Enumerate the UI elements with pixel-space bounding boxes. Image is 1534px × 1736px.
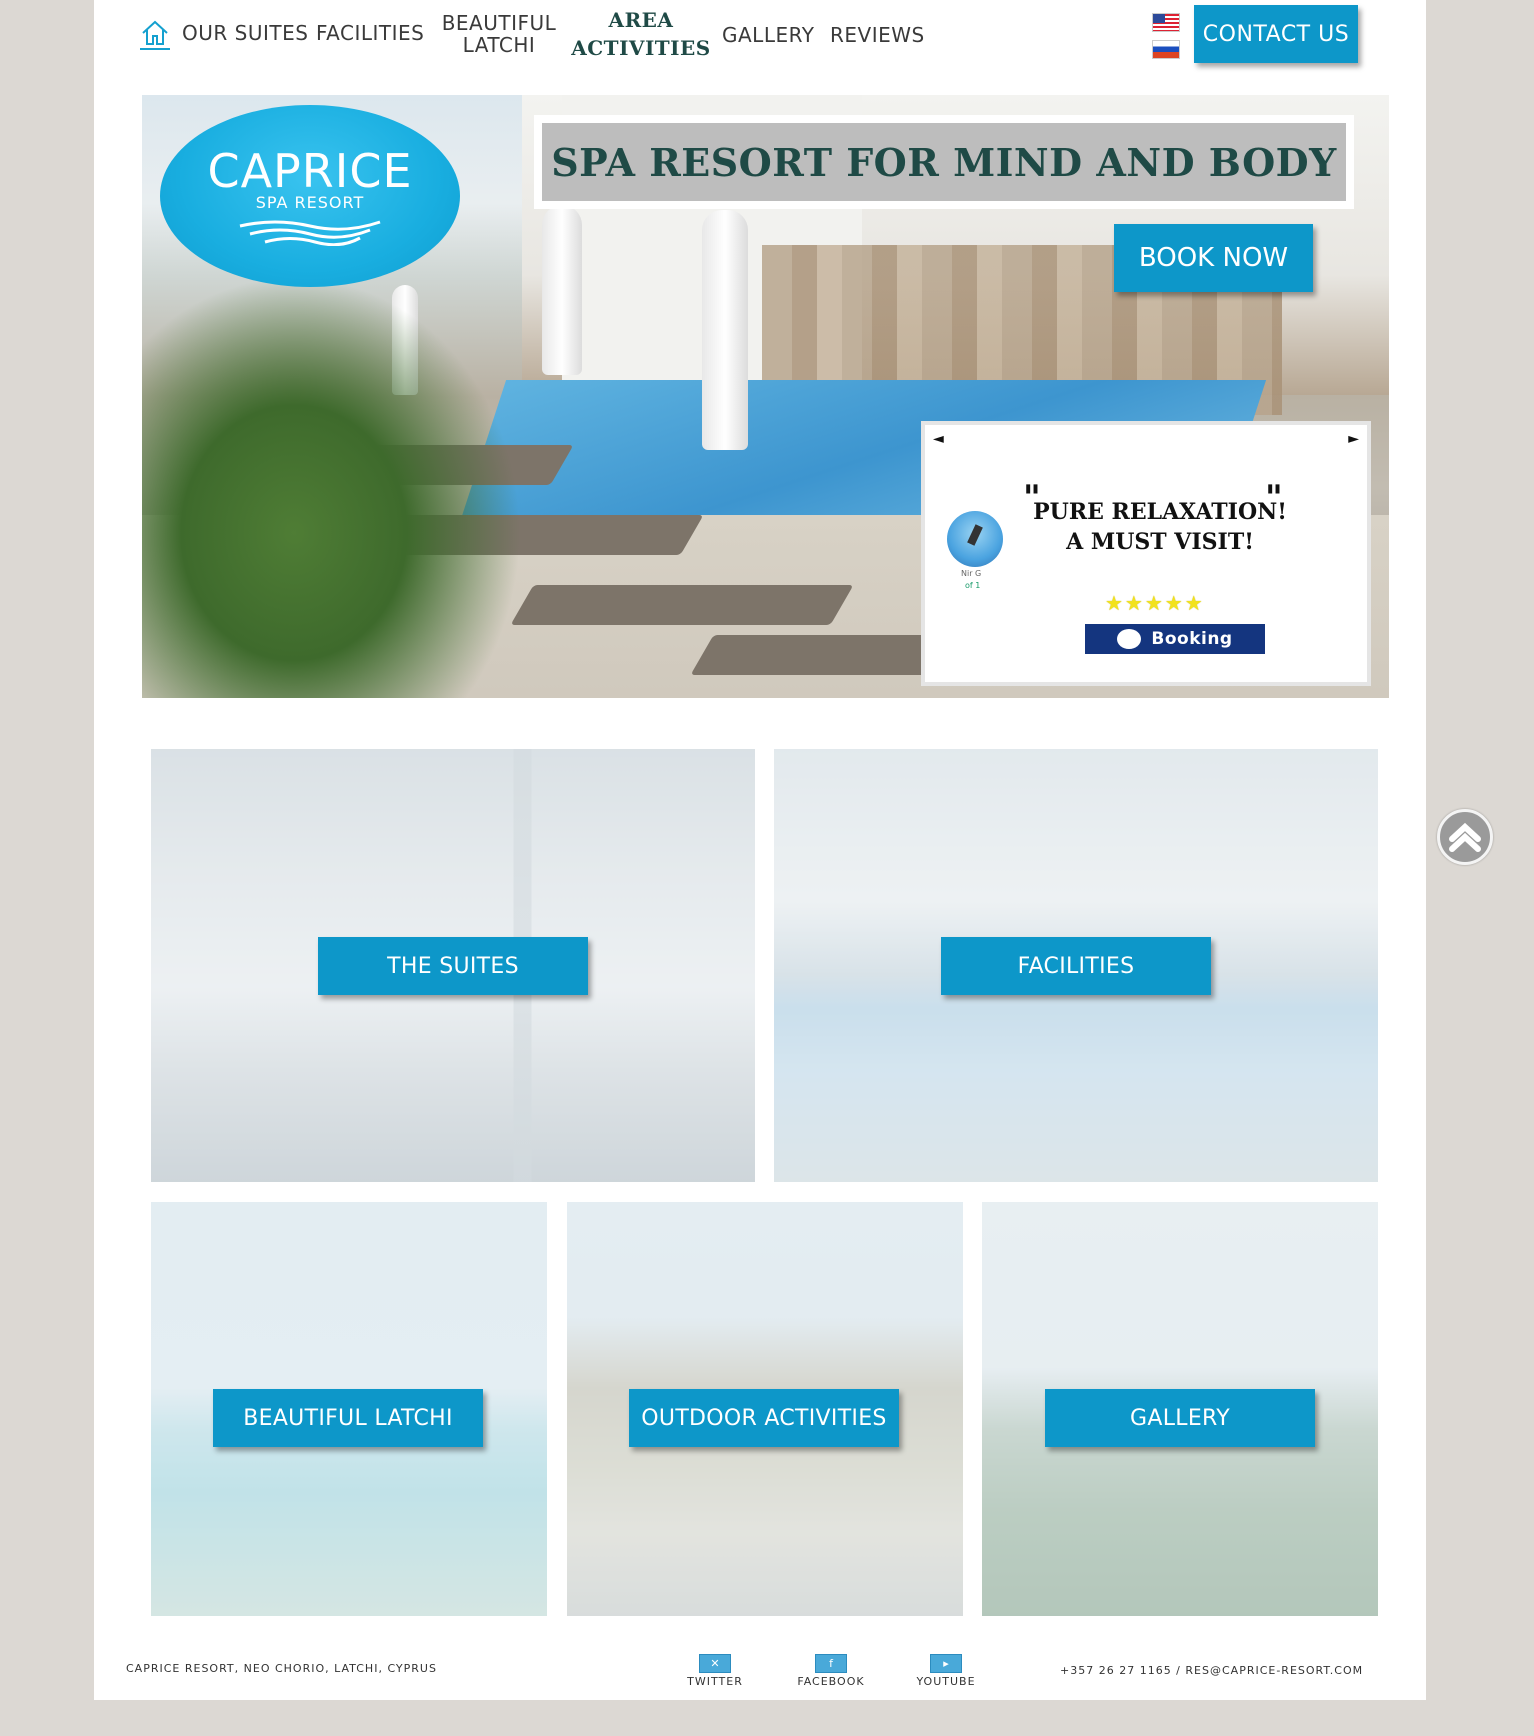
- tile-latchi[interactable]: BEAUTIFUL LATCHI: [151, 1202, 547, 1616]
- twitter-icon: ✕: [699, 1654, 731, 1673]
- hero-lounger: [510, 585, 854, 625]
- footer-contact: +357 26 27 1165 / RES@CAPRICE-RESORT.COM: [1060, 1664, 1363, 1677]
- youtube-label: YOUTUBE: [916, 1675, 976, 1688]
- reviewer-avatar: [947, 511, 1003, 567]
- tile-outdoor[interactable]: OUTDOOR ACTIVITIES: [567, 1202, 963, 1616]
- footer: CAPRICE RESORT, NEO CHORIO, LATCHI, CYPR…: [94, 1648, 1426, 1700]
- reviewer-count: of 1: [965, 581, 981, 590]
- nav-our-suites[interactable]: OUR SUITES: [182, 22, 308, 44]
- hero-umbrella: [542, 205, 582, 375]
- logo-subtitle: SPA RESORT: [255, 192, 365, 212]
- booking-badge[interactable]: Booking: [1085, 624, 1265, 654]
- caprice-logo[interactable]: CAPRICE SPA RESORT: [160, 105, 460, 287]
- home-icon: [142, 20, 168, 45]
- footer-address: CAPRICE RESORT, NEO CHORIO, LATCHI, CYPR…: [126, 1662, 437, 1675]
- facebook-link[interactable]: f FACEBOOK: [786, 1654, 876, 1688]
- logo-waves-icon: [239, 220, 381, 246]
- tile-suites[interactable]: THE SUITES: [151, 749, 755, 1182]
- beautiful-latchi-button[interactable]: BEAUTIFUL LATCHI: [213, 1389, 483, 1447]
- hero-plants-image: [142, 275, 522, 698]
- hero-umbrella: [702, 210, 748, 450]
- gallery-button[interactable]: GALLERY: [1045, 1389, 1315, 1447]
- ru-flag-icon[interactable]: [1152, 40, 1180, 59]
- review-quote: PURE RELAXATION! A MUST VISIT!: [1025, 497, 1295, 557]
- chevron-up-icon: [1449, 822, 1481, 852]
- us-flag-icon[interactable]: [1152, 13, 1180, 32]
- twitter-label: TWITTER: [687, 1675, 743, 1688]
- contact-us-button[interactable]: CONTACT US: [1194, 5, 1358, 63]
- booking-icon: [1117, 629, 1142, 649]
- twitter-link[interactable]: ✕ TWITTER: [670, 1654, 760, 1688]
- nav-area-activities[interactable]: AREA ACTIVITIES: [566, 6, 716, 62]
- youtube-icon: ▸: [930, 1654, 962, 1673]
- nav-gallery[interactable]: GALLERY: [722, 24, 814, 46]
- rating-stars: ★★★★★: [1105, 591, 1205, 615]
- youtube-link[interactable]: ▸ YOUTUBE: [901, 1654, 991, 1688]
- hero-tagline: SPA RESORT FOR MIND AND BODY: [542, 123, 1346, 201]
- footer-phone[interactable]: +357 26 27 1165 /: [1060, 1664, 1181, 1677]
- reviewer-name: Nir G: [961, 569, 982, 578]
- top-navigation: OUR SUITES FACILITIES BEAUTIFUL LATCHI A…: [94, 0, 1426, 80]
- facilities-button[interactable]: FACILITIES: [941, 937, 1211, 995]
- nav-beautiful-latchi[interactable]: BEAUTIFUL LATCHI: [434, 12, 564, 56]
- page: OUR SUITES FACILITIES BEAUTIFUL LATCHI A…: [94, 0, 1426, 1700]
- the-suites-button[interactable]: THE SUITES: [318, 937, 588, 995]
- home-underline: [140, 48, 170, 50]
- nav-facilities[interactable]: FACILITIES: [316, 22, 424, 44]
- hero-banner: CAPRICE SPA RESORT SPA RESORT FOR MIND A…: [142, 95, 1389, 698]
- review-prev-arrow[interactable]: ◄: [933, 431, 944, 447]
- footer-email[interactable]: RES@CAPRICE-RESORT.COM: [1185, 1664, 1363, 1677]
- nav-reviews[interactable]: REVIEWS: [830, 24, 925, 46]
- review-quote-line1: PURE RELAXATION!: [1033, 499, 1287, 525]
- review-widget: ◄ ► Nir G of 1 " " PURE RELAXATION! A MU…: [921, 421, 1371, 686]
- booking-label: Booking: [1151, 629, 1233, 649]
- book-now-button[interactable]: BOOK NOW: [1114, 224, 1313, 292]
- scroll-to-top-button[interactable]: [1437, 809, 1493, 865]
- facebook-label: FACEBOOK: [797, 1675, 865, 1688]
- us-flag-canton: [1153, 14, 1165, 23]
- tile-gallery[interactable]: GALLERY: [982, 1202, 1378, 1616]
- home-link[interactable]: [140, 18, 170, 50]
- review-quote-line2: A MUST VISIT!: [1066, 529, 1254, 555]
- facebook-icon: f: [815, 1654, 847, 1673]
- tile-facilities[interactable]: FACILITIES: [774, 749, 1378, 1182]
- logo-name: CAPRICE: [207, 143, 413, 198]
- hero-tagline-box: SPA RESORT FOR MIND AND BODY: [534, 115, 1354, 209]
- outdoor-activities-button[interactable]: OUTDOOR ACTIVITIES: [629, 1389, 899, 1447]
- review-next-arrow[interactable]: ►: [1348, 431, 1359, 447]
